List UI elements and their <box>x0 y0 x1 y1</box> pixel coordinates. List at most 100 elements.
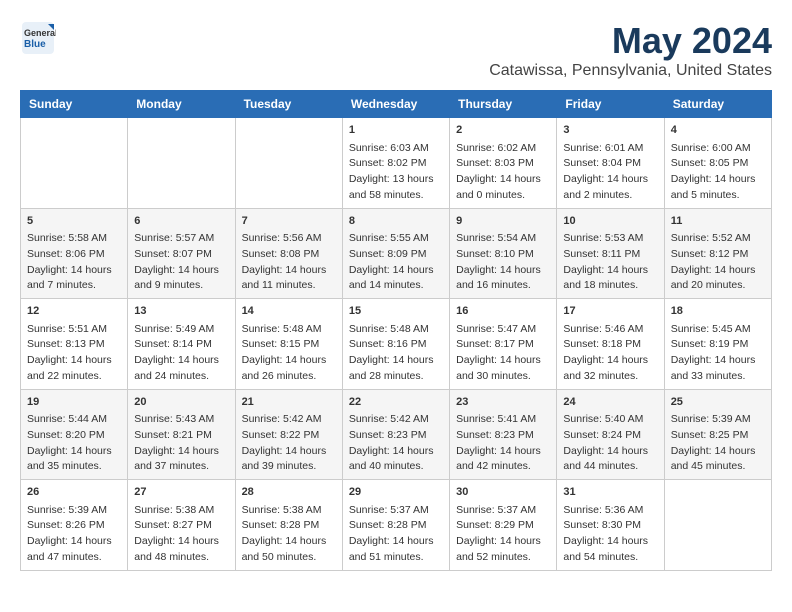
day-info: Sunrise: 5:42 AMSunset: 8:23 PMDaylight:… <box>349 412 443 475</box>
calendar-day-cell <box>664 480 771 571</box>
calendar-day-cell: 8Sunrise: 5:55 AMSunset: 8:09 PMDaylight… <box>342 208 449 299</box>
weekday-header: Saturday <box>664 91 771 118</box>
day-info: Sunrise: 5:58 AMSunset: 8:06 PMDaylight:… <box>27 231 121 294</box>
day-number: 13 <box>134 303 228 320</box>
day-info: Sunrise: 5:38 AMSunset: 8:28 PMDaylight:… <box>242 503 336 566</box>
day-number: 10 <box>563 213 657 230</box>
day-info: Sunrise: 5:39 AMSunset: 8:25 PMDaylight:… <box>671 412 765 475</box>
calendar-day-cell: 21Sunrise: 5:42 AMSunset: 8:22 PMDayligh… <box>235 389 342 480</box>
day-info: Sunrise: 6:03 AMSunset: 8:02 PMDaylight:… <box>349 141 443 204</box>
day-number: 12 <box>27 303 121 320</box>
calendar-day-cell <box>128 118 235 209</box>
day-info: Sunrise: 5:42 AMSunset: 8:22 PMDaylight:… <box>242 412 336 475</box>
calendar-day-cell: 25Sunrise: 5:39 AMSunset: 8:25 PMDayligh… <box>664 389 771 480</box>
calendar-week-row: 26 Sunrise: 5:39 AMSunset: 8:26 PMDayligh… <box>21 480 772 571</box>
day-info: Sunrise: 5:40 AMSunset: 8:24 PMDaylight:… <box>563 412 657 475</box>
day-info: Sunrise: 6:01 AMSunset: 8:04 PMDaylight:… <box>563 141 657 204</box>
calendar-day-cell: 23Sunrise: 5:41 AMSunset: 8:23 PMDayligh… <box>450 389 557 480</box>
weekday-header: Friday <box>557 91 664 118</box>
day-info: Sunrise: 5:37 AMSunset: 8:28 PMDaylight:… <box>349 503 443 566</box>
calendar-day-cell: 5Sunrise: 5:58 AMSunset: 8:06 PMDaylight… <box>21 208 128 299</box>
calendar-day-cell <box>235 118 342 209</box>
weekday-header: Thursday <box>450 91 557 118</box>
day-number: 18 <box>671 303 765 320</box>
day-info: Sunrise: 5:44 AMSunset: 8:20 PMDaylight:… <box>27 412 121 475</box>
calendar-day-cell: 13 Sunrise: 5:49 AMSunset: 8:14 PMDayligh… <box>128 299 235 390</box>
calendar-header-row: SundayMondayTuesdayWednesdayThursdayFrid… <box>21 91 772 118</box>
day-number: 9 <box>456 213 550 230</box>
day-info: Sunrise: 5:45 AMSunset: 8:19 PMDaylight:… <box>671 322 765 385</box>
day-number: 2 <box>456 122 550 139</box>
weekday-header: Monday <box>128 91 235 118</box>
calendar-day-cell: 14Sunrise: 5:48 AMSunset: 8:15 PMDayligh… <box>235 299 342 390</box>
day-number: 27 <box>134 484 228 501</box>
day-info: Sunrise: 5:56 AMSunset: 8:08 PMDaylight:… <box>242 231 336 294</box>
day-number: 15 <box>349 303 443 320</box>
day-number: 24 <box>563 394 657 411</box>
day-info: Sunrise: 5:39 AMSunset: 8:26 PMDaylight:… <box>27 503 121 566</box>
calendar-day-cell: 19Sunrise: 5:44 AMSunset: 8:20 PMDayligh… <box>21 389 128 480</box>
day-number: 22 <box>349 394 443 411</box>
day-number: 17 <box>563 303 657 320</box>
calendar-week-row: 12Sunrise: 5:51 AMSunset: 8:13 PMDayligh… <box>21 299 772 390</box>
day-number: 29 <box>349 484 443 501</box>
calendar-day-cell: 11Sunrise: 5:52 AMSunset: 8:12 PMDayligh… <box>664 208 771 299</box>
day-number: 20 <box>134 394 228 411</box>
day-info: Sunrise: 5:52 AMSunset: 8:12 PMDaylight:… <box>671 231 765 294</box>
day-number: 25 <box>671 394 765 411</box>
day-number: 4 <box>671 122 765 139</box>
day-info: Sunrise: 6:02 AMSunset: 8:03 PMDaylight:… <box>456 141 550 204</box>
calendar-day-cell: 17 Sunrise: 5:46 AMSunset: 8:18 PMDayligh… <box>557 299 664 390</box>
logo-icon: General Blue <box>20 20 56 56</box>
calendar-day-cell: 20Sunrise: 5:43 AMSunset: 8:21 PMDayligh… <box>128 389 235 480</box>
calendar-week-row: 19Sunrise: 5:44 AMSunset: 8:20 PMDayligh… <box>21 389 772 480</box>
calendar-day-cell: 28 Sunrise: 5:38 AMSunset: 8:28 PMDayligh… <box>235 480 342 571</box>
day-number: 6 <box>134 213 228 230</box>
title-area: May 2024 Catawissa, Pennsylvania, United… <box>489 20 772 80</box>
calendar-week-row: 1 Sunrise: 6:03 AMSunset: 8:02 PMDaylight… <box>21 118 772 209</box>
svg-text:General: General <box>24 28 56 38</box>
calendar-day-cell: 4Sunrise: 6:00 AMSunset: 8:05 PMDaylight… <box>664 118 771 209</box>
day-number: 31 <box>563 484 657 501</box>
calendar-day-cell: 16Sunrise: 5:47 AMSunset: 8:17 PMDayligh… <box>450 299 557 390</box>
day-number: 7 <box>242 213 336 230</box>
day-info: Sunrise: 5:46 AMSunset: 8:18 PMDaylight:… <box>563 322 657 385</box>
calendar-body: 1 Sunrise: 6:03 AMSunset: 8:02 PMDaylight… <box>21 118 772 571</box>
day-number: 26 <box>27 484 121 501</box>
calendar-day-cell: 10Sunrise: 5:53 AMSunset: 8:11 PMDayligh… <box>557 208 664 299</box>
day-info: Sunrise: 5:49 AMSunset: 8:14 PMDaylight:… <box>134 322 228 385</box>
page-header: General Blue May 2024 Catawissa, Pennsyl… <box>20 20 772 80</box>
calendar-day-cell: 22Sunrise: 5:42 AMSunset: 8:23 PMDayligh… <box>342 389 449 480</box>
month-title: May 2024 <box>489 20 772 62</box>
calendar-day-cell: 9Sunrise: 5:54 AMSunset: 8:10 PMDaylight… <box>450 208 557 299</box>
day-number: 23 <box>456 394 550 411</box>
calendar-day-cell: 24Sunrise: 5:40 AMSunset: 8:24 PMDayligh… <box>557 389 664 480</box>
day-info: Sunrise: 5:54 AMSunset: 8:10 PMDaylight:… <box>456 231 550 294</box>
day-info: Sunrise: 5:48 AMSunset: 8:16 PMDaylight:… <box>349 322 443 385</box>
day-info: Sunrise: 5:41 AMSunset: 8:23 PMDaylight:… <box>456 412 550 475</box>
calendar-day-cell <box>21 118 128 209</box>
svg-text:Blue: Blue <box>24 39 46 50</box>
calendar-day-cell: 29 Sunrise: 5:37 AMSunset: 8:28 PMDayligh… <box>342 480 449 571</box>
day-info: Sunrise: 5:37 AMSunset: 8:29 PMDaylight:… <box>456 503 550 566</box>
calendar-day-cell: 2 Sunrise: 6:02 AMSunset: 8:03 PMDaylight… <box>450 118 557 209</box>
calendar-week-row: 5Sunrise: 5:58 AMSunset: 8:06 PMDaylight… <box>21 208 772 299</box>
calendar-day-cell: 7Sunrise: 5:56 AMSunset: 8:08 PMDaylight… <box>235 208 342 299</box>
weekday-header: Tuesday <box>235 91 342 118</box>
day-number: 3 <box>563 122 657 139</box>
location: Catawissa, Pennsylvania, United States <box>489 62 772 80</box>
calendar-day-cell: 3 Sunrise: 6:01 AMSunset: 8:04 PMDaylight… <box>557 118 664 209</box>
calendar-day-cell: 15 Sunrise: 5:48 AMSunset: 8:16 PMDayligh… <box>342 299 449 390</box>
day-number: 16 <box>456 303 550 320</box>
calendar-day-cell: 18 Sunrise: 5:45 AMSunset: 8:19 PMDayligh… <box>664 299 771 390</box>
calendar-day-cell: 6Sunrise: 5:57 AMSunset: 8:07 PMDaylight… <box>128 208 235 299</box>
day-number: 1 <box>349 122 443 139</box>
day-number: 28 <box>242 484 336 501</box>
day-number: 30 <box>456 484 550 501</box>
day-info: Sunrise: 5:43 AMSunset: 8:21 PMDaylight:… <box>134 412 228 475</box>
day-info: Sunrise: 5:38 AMSunset: 8:27 PMDaylight:… <box>134 503 228 566</box>
calendar-day-cell: 1 Sunrise: 6:03 AMSunset: 8:02 PMDaylight… <box>342 118 449 209</box>
day-number: 19 <box>27 394 121 411</box>
day-info: Sunrise: 5:57 AMSunset: 8:07 PMDaylight:… <box>134 231 228 294</box>
day-info: Sunrise: 5:36 AMSunset: 8:30 PMDaylight:… <box>563 503 657 566</box>
